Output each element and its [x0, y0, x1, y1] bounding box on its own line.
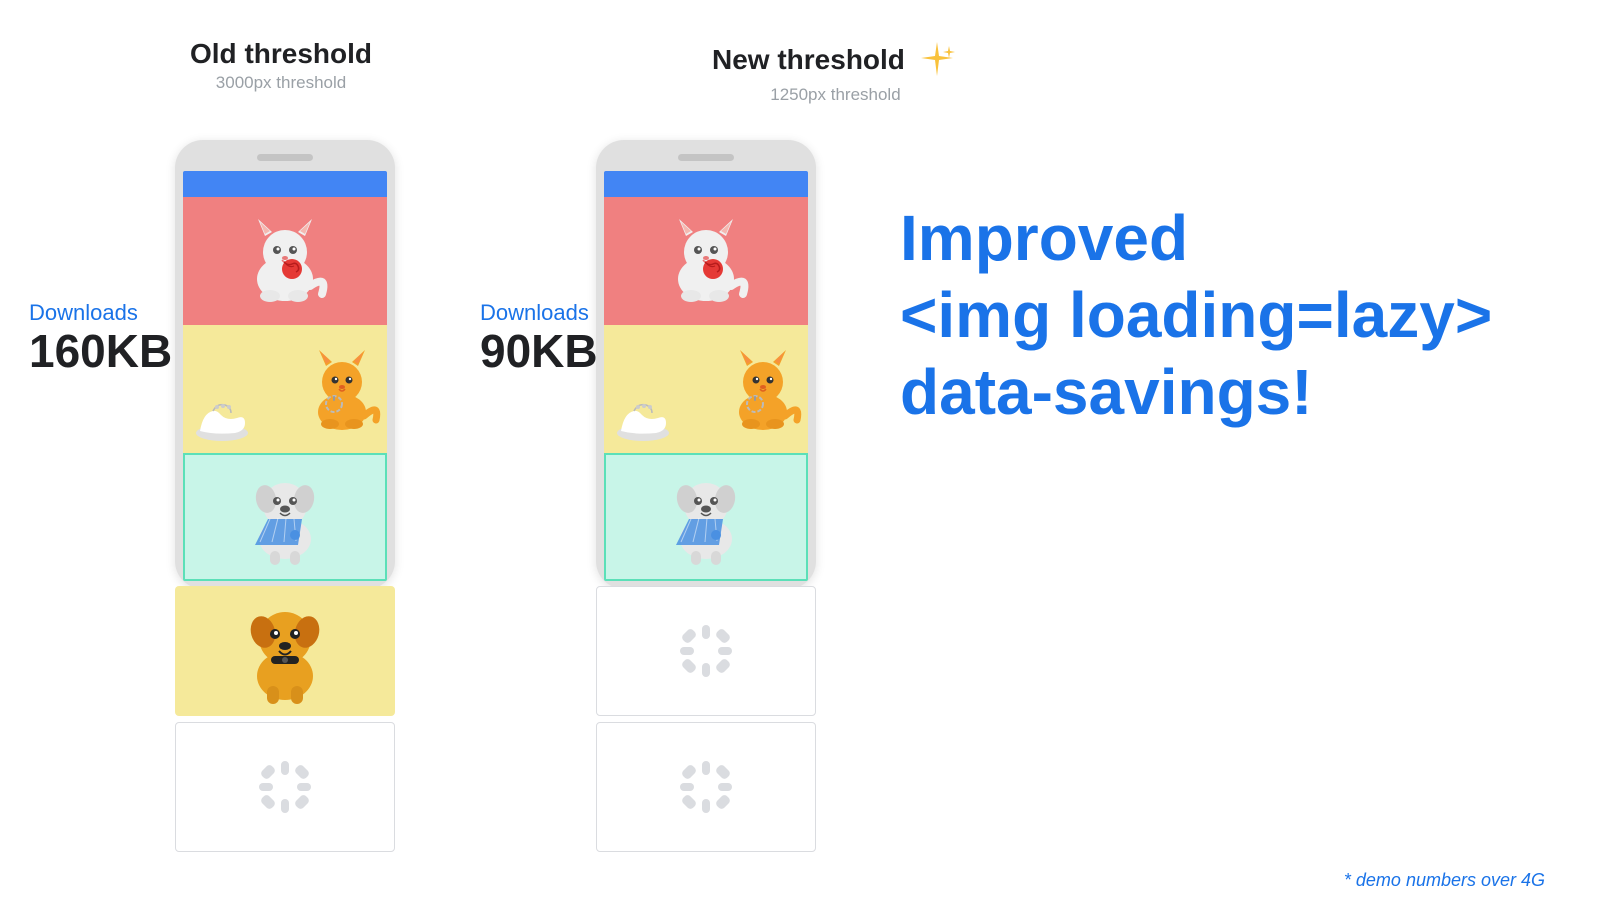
new-loading-image-1 [596, 586, 816, 716]
new-phone-mockup [596, 140, 816, 589]
old-downloads-value: 160KB [29, 326, 172, 377]
demo-note: * demo numbers over 4G [1344, 870, 1545, 891]
new-threshold-subtitle: 1250px threshold [770, 85, 900, 105]
old-threshold-title: Old threshold [190, 38, 372, 70]
old-cat2-image [183, 325, 387, 453]
old-threshold-subtitle: 3000px threshold [190, 73, 372, 93]
new-threshold-title: New threshold [712, 44, 905, 76]
old-below-phone [175, 586, 395, 852]
old-yellow-dog-image [175, 586, 395, 716]
improved-text: Improved <img loading=lazy> data-savings… [900, 200, 1492, 430]
description-area: Improved <img loading=lazy> data-savings… [900, 200, 1492, 430]
new-loading-image-2 [596, 722, 816, 852]
new-threshold-header: New threshold 1250px threshold [712, 38, 959, 105]
new-below-phone [596, 586, 816, 852]
new-dog-image [604, 453, 808, 581]
old-cat-image [183, 197, 387, 325]
old-downloads-section: Downloads 160KB [29, 300, 172, 377]
new-downloads-value: 90KB [480, 326, 598, 377]
old-loading-image [175, 722, 395, 852]
new-downloads-label: Downloads [480, 300, 598, 326]
new-downloads-section: Downloads 90KB [480, 300, 598, 377]
old-downloads-label: Downloads [29, 300, 172, 326]
old-dog-image [183, 453, 387, 581]
old-threshold-header: Old threshold 3000px threshold [190, 38, 372, 93]
old-phone-mockup [175, 140, 395, 589]
new-cat-image [604, 197, 808, 325]
sparkle-icon [915, 38, 959, 82]
new-cat2-image [604, 325, 808, 453]
